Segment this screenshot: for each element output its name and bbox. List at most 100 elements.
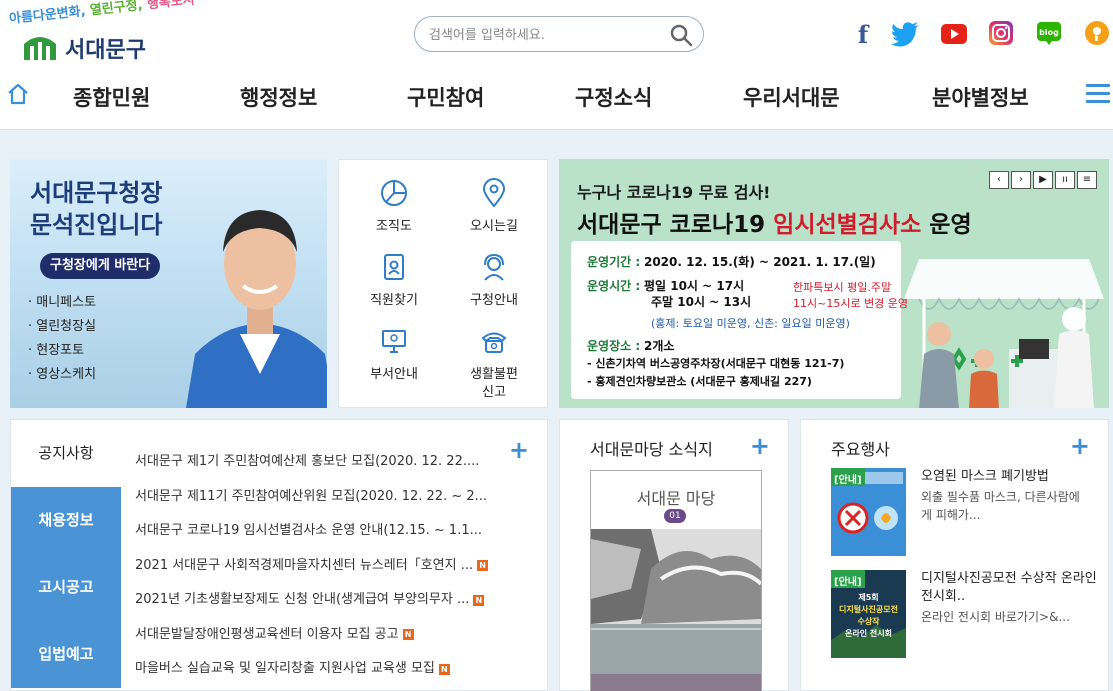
quick-link-office-guide[interactable]: 구청안내 bbox=[444, 252, 544, 310]
main-navigation: 종합민원 행정정보 구민참여 구정소식 우리서대문 분야별정보 bbox=[0, 72, 1113, 122]
tab-legislative-notice[interactable]: 입법예고 bbox=[11, 621, 121, 688]
magazine-title: 서대문마당 소식지 bbox=[590, 440, 713, 459]
covid-place-1: - 신촌기차역 버스공영주차장(서대문구 대현동 121-7) bbox=[587, 357, 845, 370]
covid-banner-title: 서대문구 코로나19 임시선별검사소 운영 bbox=[577, 205, 972, 239]
mayor-link-manifesto[interactable]: 매니페스토 bbox=[28, 291, 96, 315]
covid-hours-weekend-row: 주말 10시 ~ 13시 bbox=[651, 293, 751, 310]
logo-text[interactable]: 서대문구 bbox=[65, 32, 146, 64]
quick-link-org-chart[interactable]: 조직도 bbox=[344, 178, 444, 236]
notice-item[interactable]: 서대문발달장애인평생교육센터 이용자 모집 공고 N bbox=[135, 623, 535, 658]
svg-text:blog: blog bbox=[1039, 28, 1059, 37]
map-pin-icon bbox=[482, 178, 506, 208]
mayor-title-line-1: 서대문구청장 bbox=[30, 179, 163, 207]
facebook-icon[interactable]: f bbox=[850, 20, 876, 49]
search-icon[interactable] bbox=[669, 23, 693, 47]
monitor-icon bbox=[382, 330, 406, 353]
notice-item-title: 서대문구 코로나19 임시선별검사소 운영 안내(12.15. ~ 1.1... bbox=[135, 523, 483, 538]
notice-item[interactable]: 2021년 기초생활보장제도 신청 안내(생계급여 부양의무자 ... N bbox=[135, 588, 535, 623]
mayor-link-open-office[interactable]: 열린청장실 bbox=[28, 315, 96, 339]
nav-item-civil-service[interactable]: 종합민원 bbox=[73, 82, 150, 112]
mayor-link-field-photo[interactable]: 현장포토 bbox=[28, 339, 96, 363]
home-icon[interactable] bbox=[6, 82, 30, 106]
search-input[interactable] bbox=[429, 24, 659, 46]
youtube-icon[interactable] bbox=[940, 20, 968, 48]
magazine-cover[interactable]: 서대문 마당 01 bbox=[590, 470, 762, 691]
kakaostory-icon[interactable] bbox=[1084, 20, 1110, 46]
site-header: 아름다운변화, 열린구정, 행복도시 서대문구 f blog bbox=[0, 0, 1113, 130]
quick-link-label: 조직도 bbox=[376, 219, 412, 234]
covid-place-row: 운영장소 : 2개소 bbox=[587, 337, 674, 354]
seodaemun-logo-icon[interactable] bbox=[20, 30, 60, 62]
notice-item-title: 2021 서대문구 사회적경제마을자치센터 뉴스레터「호연지 ... bbox=[135, 557, 474, 573]
events-title: 주요행사 bbox=[831, 440, 890, 459]
place-value: 2개소 bbox=[643, 339, 675, 353]
banner-controls: ‹ › ▶ ıı ≡ bbox=[989, 171, 1097, 189]
covid-title-suffix: 운영 bbox=[921, 212, 972, 238]
event-title: 오염된 마스크 폐기방법 bbox=[921, 469, 1049, 484]
instagram-icon[interactable] bbox=[988, 20, 1014, 46]
nav-item-admin-info[interactable]: 행정정보 bbox=[240, 82, 317, 112]
new-badge-icon: N bbox=[402, 629, 414, 640]
quick-link-directions[interactable]: 오시는길 bbox=[444, 178, 544, 236]
testing-site-illustration bbox=[904, 259, 1104, 408]
event-thumbnail-caption: 제5회 디지털사진공모전 수상작 온라인 전시회 bbox=[831, 592, 906, 640]
mayor-link-video-sketch[interactable]: 영상스케치 bbox=[28, 363, 96, 387]
tab-announcements[interactable]: 고시공고 bbox=[11, 554, 121, 621]
banner-next-button[interactable]: › bbox=[1011, 171, 1031, 189]
quick-link-complaint-report[interactable]: 생활불편 신고 bbox=[444, 326, 544, 402]
notice-item[interactable]: 서대문구 코로나19 임시선별검사소 운영 안내(12.15. ~ 1.1... bbox=[135, 519, 535, 554]
notice-item[interactable]: 서대문구 제11기 주민참여예산위원 모집(2020. 12. 22. ~ 2.… bbox=[135, 485, 535, 520]
nav-item-our-seodaemun[interactable]: 우리서대문 bbox=[743, 82, 840, 112]
quick-link-department-guide[interactable]: 부서안내 bbox=[344, 326, 444, 384]
event-desc: 외출 필수품 마스크, 다른사람에게 피해가... bbox=[921, 490, 1080, 522]
tab-recruitment[interactable]: 채용정보 bbox=[11, 487, 121, 554]
event-tag: [안내] bbox=[834, 577, 862, 588]
blog-icon[interactable]: blog bbox=[1036, 20, 1062, 46]
notice-tabs: 공지사항 채용정보 고시공고 입법예고 bbox=[11, 420, 121, 691]
mayor-banner[interactable]: 서대문구청장 문석진입니다 구청장에게 바란다 매니페스토 열린청장실 현장포토… bbox=[10, 159, 327, 408]
notice-item[interactable]: 마을버스 실습교육 및 일자리창출 지원사업 교육생 모집 N bbox=[135, 657, 535, 691]
tab-notices[interactable]: 공지사항 bbox=[11, 420, 121, 487]
mayor-title-line-2: 문석진입니다 bbox=[30, 211, 163, 239]
slogan-part-3: 행복도시 bbox=[141, 0, 196, 13]
magazine-cover-title: 서대문 마당 bbox=[636, 489, 716, 508]
event-title: 디지털사진공모전 수상작 온라인 전시회.. bbox=[921, 571, 1097, 604]
nav-item-participation[interactable]: 구민참여 bbox=[407, 82, 484, 112]
headset-icon bbox=[484, 253, 504, 281]
magazine-more-button[interactable]: + bbox=[750, 432, 770, 460]
event-item[interactable]: [안내] 제5회 디지털사진공모전 수상작 온라인 전시회 디지털사진공모전 수… bbox=[831, 570, 1106, 658]
ask-mayor-button[interactable]: 구청장에게 바란다 bbox=[40, 253, 161, 279]
banner-list-button[interactable]: ≡ bbox=[1077, 171, 1097, 189]
notice-item[interactable]: 2021 서대문구 사회적경제마을자치센터 뉴스레터「호연지 ... N bbox=[135, 554, 535, 589]
covid-test-banner[interactable]: 누구나 코로나19 무료 검사! 서대문구 코로나19 임시선별검사소 운영 ‹… bbox=[559, 159, 1109, 408]
search-box bbox=[414, 16, 704, 52]
quick-link-find-staff[interactable]: 직원찾기 bbox=[344, 252, 444, 310]
menu-icon[interactable] bbox=[1086, 84, 1110, 104]
notice-panel: 공지사항 채용정보 고시공고 입법예고 + 서대문구 제1기 주민참여예산제 홍… bbox=[10, 419, 548, 691]
mayor-links: 매니페스토 열린청장실 현장포토 영상스케치 bbox=[28, 291, 96, 387]
covid-title-highlight: 임시선별검사소 bbox=[773, 212, 922, 238]
nav-item-news[interactable]: 구정소식 bbox=[575, 82, 652, 112]
event-item[interactable]: [안내] 오염된 마스크 폐기방법 외출 필수품 마스크, 다른사람에게 피해가… bbox=[831, 468, 1106, 556]
thumb-line: 수상작 bbox=[857, 617, 880, 626]
banner-play-button[interactable]: ▶ bbox=[1033, 171, 1053, 189]
thumb-line: 온라인 전시회 bbox=[845, 629, 892, 638]
slogan-part-1: 아름다운변화, bbox=[8, 4, 87, 27]
notice-item[interactable]: 서대문구 제1기 주민참여예산제 홍보단 모집(2020. 12. 22.... bbox=[135, 450, 535, 485]
events-more-button[interactable]: + bbox=[1070, 432, 1090, 460]
nav-item-field-info[interactable]: 분야별정보 bbox=[932, 82, 1029, 112]
new-badge-icon: N bbox=[438, 663, 450, 675]
banner-prev-button[interactable]: ‹ bbox=[989, 171, 1009, 189]
notice-item-title: 2021년 기초생활보장제도 신청 안내(생계급여 부양의무자 ... bbox=[135, 592, 470, 607]
events-panel: 주요행사 + [안내] 오염된 마스크 폐기방법 외출 필수품 마스크, 다른사… bbox=[800, 419, 1109, 691]
cold-wave-note-2: 11시~15시로 변경 운영 bbox=[793, 297, 909, 310]
banner-pause-button[interactable]: ıı bbox=[1055, 171, 1075, 189]
id-badge-icon bbox=[384, 254, 404, 280]
new-badge-icon: N bbox=[477, 560, 489, 571]
covid-period-row: 운영기간 : 2020. 12. 15.(화) ~ 2021. 1. 17.(일… bbox=[587, 253, 876, 270]
magazine-cover-photo bbox=[591, 529, 761, 691]
quick-links-panel: 조직도 오시는길 직원찾기 구청안내 부서안내 생활불편 신고 bbox=[338, 159, 548, 408]
twitter-icon[interactable] bbox=[890, 20, 920, 48]
hours-label: 운영시간 : bbox=[587, 279, 641, 293]
magazine-panel: 서대문마당 소식지 + 서대문 마당 01 bbox=[559, 419, 789, 691]
